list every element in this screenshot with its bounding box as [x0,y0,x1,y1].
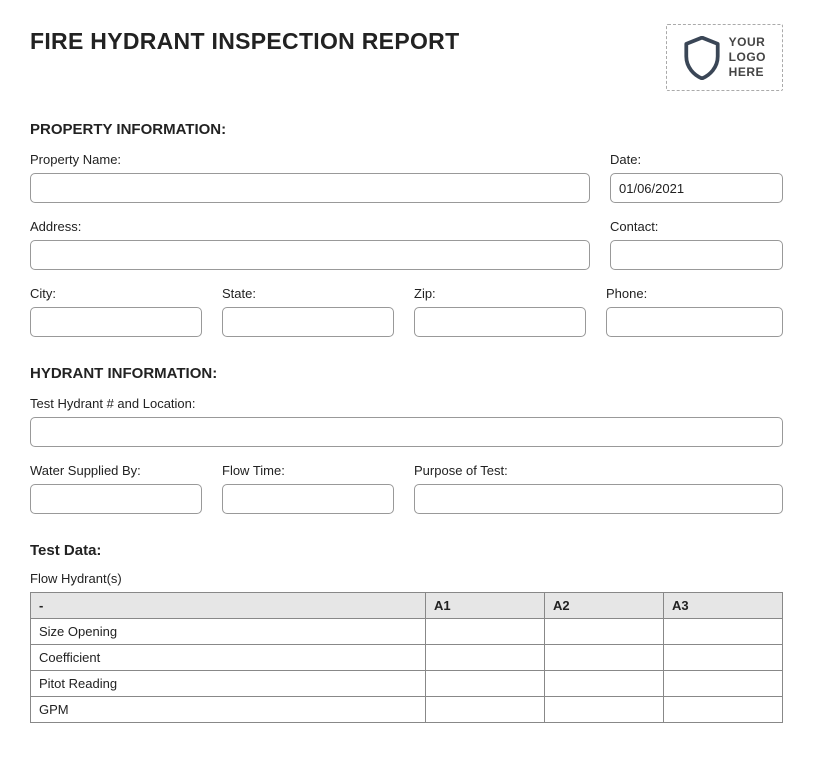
logo-placeholder: YOURLOGOHERE [666,24,783,91]
report-title: FIRE HYDRANT INSPECTION REPORT [30,24,459,55]
cell-a3[interactable] [664,671,783,697]
state-label: State: [222,286,394,301]
cell-a1[interactable] [426,671,545,697]
row-label: Size Opening [31,619,426,645]
row-label: GPM [31,697,426,723]
test-data-table: - A1 A2 A3 Size Opening Coefficient Pito… [30,592,783,723]
flow-time-label: Flow Time: [222,463,394,478]
report-header: FIRE HYDRANT INSPECTION REPORT YOURLOGOH… [30,24,783,91]
hydrant-info-heading: HYDRANT INFORMATION: [30,365,783,382]
row-label: Pitot Reading [31,671,426,697]
table-row: Size Opening [31,619,783,645]
date-label: Date: [610,152,783,167]
cell-a1[interactable] [426,645,545,671]
property-name-input[interactable] [30,173,590,203]
cell-a1[interactable] [426,619,545,645]
cell-a2[interactable] [545,697,664,723]
cell-a3[interactable] [664,697,783,723]
date-input[interactable] [610,173,783,203]
table-header-row: - A1 A2 A3 [31,593,783,619]
row-label: Coefficient [31,645,426,671]
flow-time-input[interactable] [222,484,394,514]
cell-a2[interactable] [545,645,664,671]
table-row: GPM [31,697,783,723]
cell-a3[interactable] [664,645,783,671]
state-input[interactable] [222,307,394,337]
col-header-dash: - [31,593,426,619]
test-data-section: Test Data: Flow Hydrant(s) - A1 A2 A3 Si… [30,542,783,723]
property-name-label: Property Name: [30,152,590,167]
purpose-input[interactable] [414,484,783,514]
water-supplied-label: Water Supplied By: [30,463,202,478]
hydrant-information-section: HYDRANT INFORMATION: Test Hydrant # and … [30,365,783,514]
test-data-heading: Test Data: [30,542,783,559]
property-information-section: PROPERTY INFORMATION: Property Name: Dat… [30,121,783,337]
col-header-a1: A1 [426,593,545,619]
cell-a1[interactable] [426,697,545,723]
logo-placeholder-text: YOURLOGOHERE [729,35,766,80]
table-row: Coefficient [31,645,783,671]
cell-a2[interactable] [545,671,664,697]
purpose-label: Purpose of Test: [414,463,783,478]
zip-input[interactable] [414,307,586,337]
cell-a2[interactable] [545,619,664,645]
col-header-a2: A2 [545,593,664,619]
cell-a3[interactable] [664,619,783,645]
col-header-a3: A3 [664,593,783,619]
table-row: Pitot Reading [31,671,783,697]
city-input[interactable] [30,307,202,337]
property-info-heading: PROPERTY INFORMATION: [30,121,783,138]
phone-input[interactable] [606,307,783,337]
contact-label: Contact: [610,219,783,234]
test-hydrant-label: Test Hydrant # and Location: [30,396,783,411]
test-hydrant-input[interactable] [30,417,783,447]
phone-label: Phone: [606,286,783,301]
water-supplied-input[interactable] [30,484,202,514]
address-input[interactable] [30,240,590,270]
city-label: City: [30,286,202,301]
address-label: Address: [30,219,590,234]
shield-icon [683,36,721,80]
contact-input[interactable] [610,240,783,270]
zip-label: Zip: [414,286,586,301]
test-data-caption: Flow Hydrant(s) [30,571,783,586]
